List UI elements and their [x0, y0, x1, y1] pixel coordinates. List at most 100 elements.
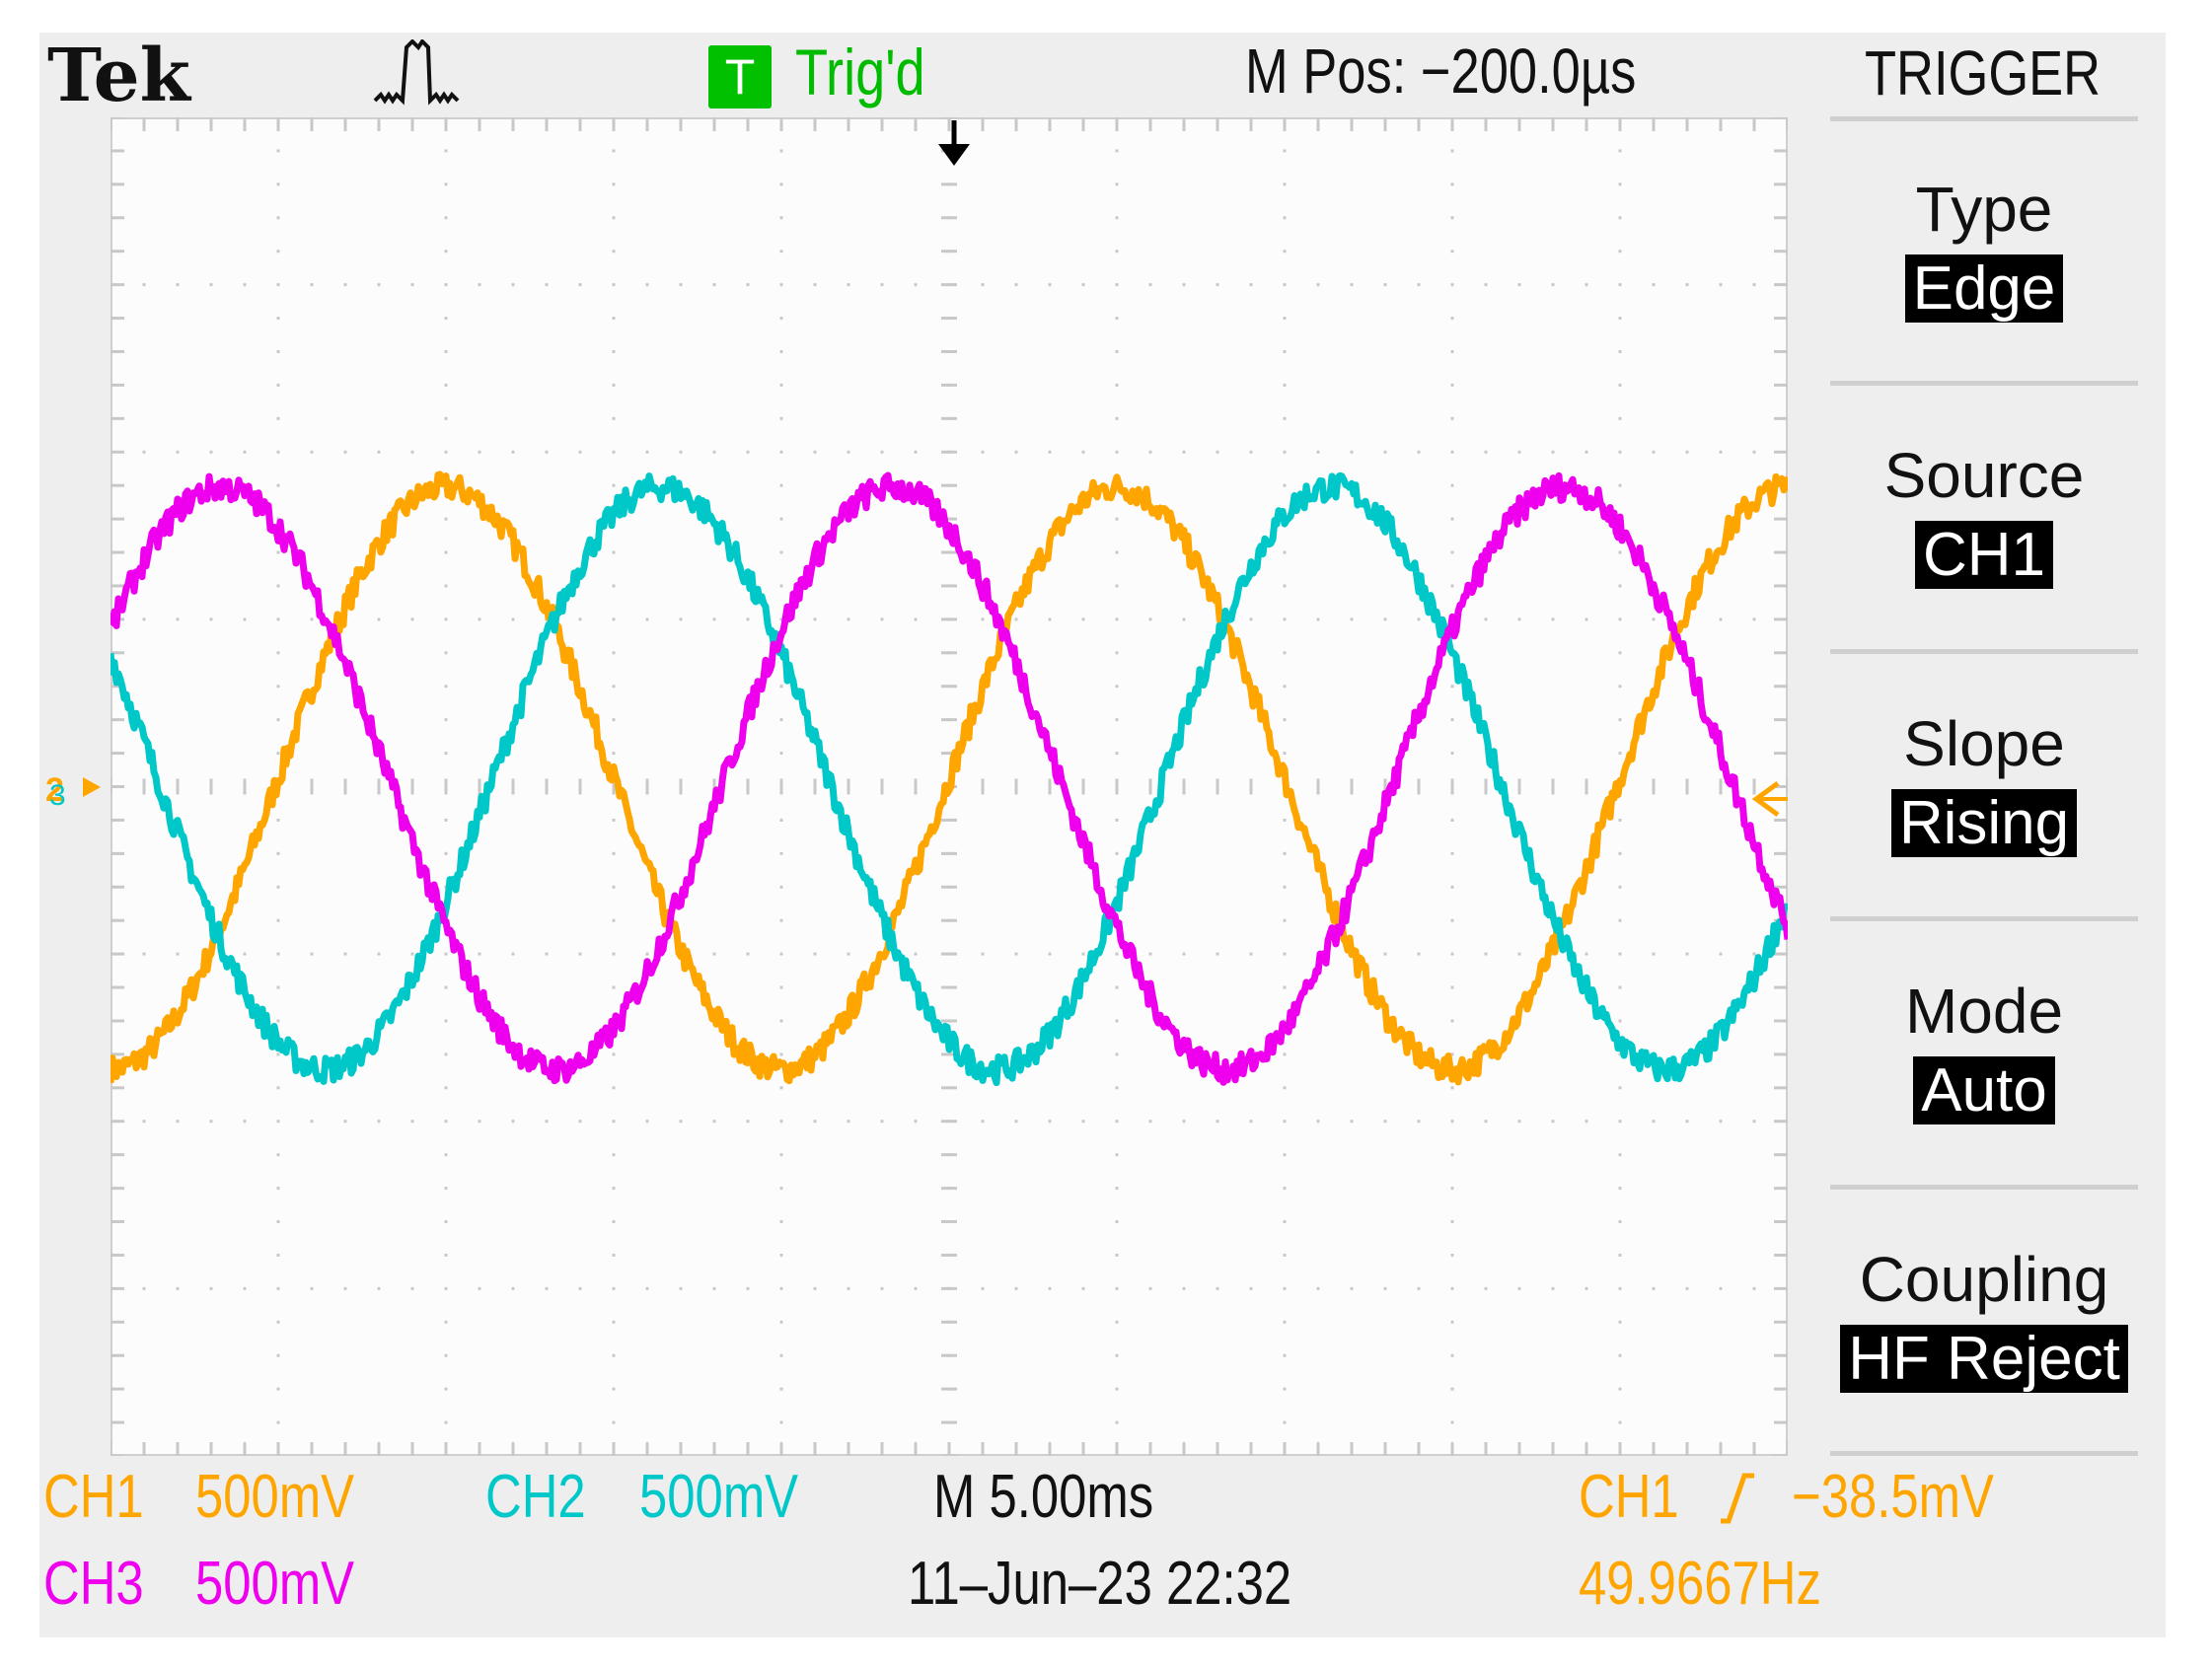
grid-dot: [1450, 1220, 1454, 1224]
grid-dot: [1283, 349, 1287, 353]
grid-dot: [612, 918, 616, 922]
grid-dot: [276, 317, 280, 321]
grid-dot: [1216, 283, 1219, 287]
grid-dot: [1618, 752, 1622, 756]
grid-dot: [612, 450, 616, 454]
grid-dot: [276, 182, 280, 186]
menu-divider: [1830, 1451, 2138, 1456]
grid-dot: [1115, 685, 1119, 689]
grid-dot: [779, 918, 783, 922]
grid-dot: [779, 752, 783, 756]
grid-dot: [779, 1153, 783, 1157]
grid-dot: [1115, 416, 1119, 420]
grid-dot: [276, 718, 280, 722]
grid-dot: [1517, 617, 1521, 621]
grid-dot: [377, 617, 381, 621]
grid-dot: [1752, 952, 1756, 956]
grid-dot: [276, 483, 280, 487]
grid-dot: [1517, 1286, 1521, 1290]
grid-dot: [209, 1120, 213, 1124]
grid-dot: [1417, 283, 1421, 287]
menu-item-value: Auto: [1830, 1056, 2138, 1125]
grid-dot: [1752, 1286, 1756, 1290]
grid-dot: [1283, 651, 1287, 655]
grid-dot: [276, 818, 280, 822]
grid-dot: [1551, 1120, 1555, 1124]
grid-dot: [1450, 283, 1454, 287]
grid-dot: [276, 1253, 280, 1257]
grid-dot: [1182, 450, 1186, 454]
grid-dot: [1283, 985, 1287, 989]
grid-dot: [1450, 1353, 1454, 1357]
grid-dot: [779, 685, 783, 689]
grid-dot: [142, 1286, 146, 1290]
grid-dot: [1283, 283, 1287, 287]
grid-dot: [444, 149, 448, 153]
menu-divider: [1830, 1185, 2138, 1190]
grid-dot: [1585, 617, 1588, 621]
grid-dot: [1450, 349, 1454, 353]
grid-dot: [1450, 1286, 1454, 1290]
waveform-ch1: [111, 471, 1788, 1086]
grid-dot: [1484, 1286, 1488, 1290]
grid-dot: [310, 952, 314, 956]
grid-dot: [578, 1286, 582, 1290]
grid-dot: [1585, 283, 1588, 287]
grid-dot: [1115, 550, 1119, 554]
grid-dot: [1182, 952, 1186, 956]
grid-dot: [679, 617, 683, 621]
ch1-scale: 500mV: [195, 1463, 355, 1531]
ch3-scale: 500mV: [195, 1550, 355, 1618]
grid-dot: [1081, 1120, 1085, 1124]
grid-dot: [478, 1120, 481, 1124]
grid-dot: [1115, 818, 1119, 822]
grid-dot: [1316, 617, 1320, 621]
grid-dot: [1450, 383, 1454, 387]
menu-item-label: Source: [1883, 440, 2085, 511]
grid-dot: [410, 283, 414, 287]
grid-dot: [410, 1120, 414, 1124]
grid-dot: [1618, 718, 1622, 722]
grid-dot: [779, 1086, 783, 1090]
grid-dot: [779, 1220, 783, 1224]
grid-dot: [1115, 1153, 1119, 1157]
grid-dot: [679, 1286, 683, 1290]
grid-dot: [1283, 250, 1287, 254]
grid-dot: [276, 283, 280, 287]
grid-dot: [1484, 617, 1488, 621]
grid-dot: [1450, 1120, 1454, 1124]
ch2-label: CH2: [485, 1463, 586, 1531]
grid-dot: [1618, 1353, 1622, 1357]
grid-dot: [1115, 1286, 1119, 1290]
grid-dot: [813, 450, 817, 454]
grid-dot: [1618, 1286, 1622, 1290]
grid-dot: [410, 450, 414, 454]
grid-dot: [176, 952, 180, 956]
grid-dot: [1048, 1286, 1052, 1290]
grid-dot: [276, 885, 280, 889]
grid-dot: [1350, 1120, 1354, 1124]
grid-dot: [712, 283, 716, 287]
grid-dot: [1115, 1353, 1119, 1357]
grid-dot: [444, 1153, 448, 1157]
grid-dot: [310, 450, 314, 454]
grid-dot: [645, 617, 649, 621]
grid-dot: [612, 1086, 616, 1090]
grid-dot: [209, 617, 213, 621]
grid-dot: [444, 1220, 448, 1224]
menu-title: TRIGGER: [1865, 37, 2101, 109]
grid-dot: [1450, 1153, 1454, 1157]
grid-dot: [176, 283, 180, 287]
grid-dot: [545, 450, 549, 454]
grid-dot: [1618, 851, 1622, 855]
grid-dot: [847, 952, 850, 956]
grid-dot: [1618, 985, 1622, 989]
grid-dot: [1450, 1253, 1454, 1257]
menu-divider: [1830, 916, 2138, 921]
grid-dot: [1115, 1420, 1119, 1424]
grid-dot: [1249, 617, 1253, 621]
grid-dot: [1115, 1253, 1119, 1257]
grid-dot: [511, 450, 515, 454]
grid-dot: [612, 885, 616, 889]
grid-dot: [1585, 450, 1588, 454]
